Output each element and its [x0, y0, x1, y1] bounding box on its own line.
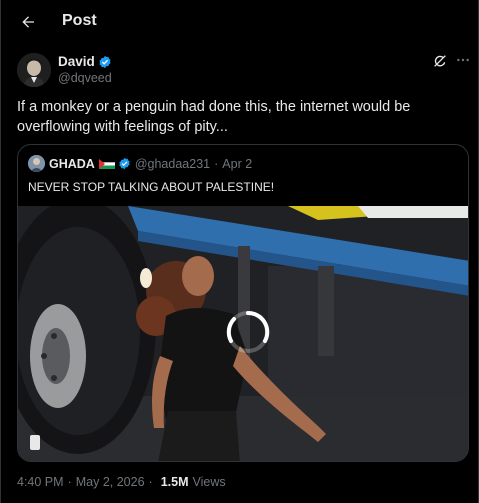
verified-badge-icon — [119, 157, 130, 170]
author-handle[interactable]: @dqveed — [58, 70, 112, 86]
quoted-date-separator: · — [214, 156, 219, 171]
arrow-left-icon — [22, 16, 34, 28]
avatar[interactable] — [17, 53, 51, 87]
author-name[interactable]: David — [58, 53, 95, 70]
quoted-avatar[interactable] — [28, 155, 45, 172]
post-author: David @dqveed — [17, 53, 112, 87]
post-meta: 4:40 PM · May 2, 2026 · 1.5M Views — [17, 475, 226, 489]
quoted-post-header: GHADA @ghadaa231 · Apr 2 — [28, 155, 252, 172]
post-text: If a monkey or a penguin had done this, … — [17, 99, 411, 135]
video-control-icon[interactable] — [30, 435, 40, 450]
more-horizontal-icon[interactable] — [455, 52, 471, 68]
post-time[interactable]: 4:40 PM — [17, 475, 64, 489]
quoted-post[interactable]: GHADA @ghadaa231 · Apr 2 NEVER STOP TALK… — [17, 144, 469, 462]
left-border — [0, 0, 1, 503]
quoted-author-handle: @ghadaa231 — [134, 156, 211, 171]
meta-separator: · — [67, 475, 72, 489]
post-date[interactable]: May 2, 2026 — [76, 475, 145, 489]
quoted-post-text: NEVER STOP TALKING ABOUT PALESTINE! — [28, 180, 275, 194]
views-label: Views — [192, 475, 226, 489]
video-frame — [18, 206, 468, 461]
back-button[interactable] — [14, 8, 42, 36]
video-player[interactable] — [18, 206, 468, 461]
quoted-author-name[interactable]: GHADA — [49, 157, 95, 171]
header: Post — [0, 0, 479, 45]
views-count[interactable]: 1.5M — [161, 475, 189, 489]
meta-separator-2: · — [148, 475, 153, 489]
grok-icon[interactable] — [432, 53, 448, 69]
page-title: Post — [62, 12, 97, 29]
verified-badge-icon — [99, 55, 111, 68]
palestine-flag-icon — [98, 158, 115, 169]
quoted-post-date[interactable]: Apr 2 — [222, 157, 252, 171]
